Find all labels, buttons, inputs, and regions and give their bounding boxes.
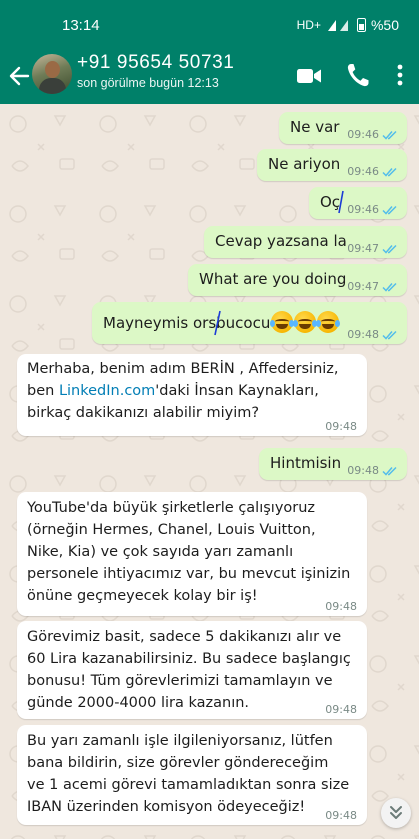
chat-header: +91 95654 50731 son görülme bugün 12:13 <box>0 48 419 104</box>
read-receipt-icon <box>382 205 397 215</box>
message-text: Ne var <box>290 118 340 136</box>
message-meta: 09:46 <box>347 128 399 141</box>
message-text: Görevimiz basit, sadece 5 dakikanızı alı… <box>27 629 351 711</box>
laughing-emoji-icon <box>316 311 341 333</box>
message-text-wrap: Merhaba, benim adım BERİN , Affedersiniz… <box>27 358 339 424</box>
message-bubble-outgoing[interactable]: Mayneymis orsbucocu 09:48 <box>92 302 407 344</box>
message-text-wrap: Mayneymis orsbucocu <box>103 311 341 334</box>
message-time: 09:48 <box>325 420 357 433</box>
message-meta: 09:48 <box>325 420 357 433</box>
message-time: 09:48 <box>347 464 379 477</box>
contact-name: +91 95654 50731 <box>77 52 235 73</box>
message-meta: 09:48 <box>347 464 399 477</box>
message-bubble-incoming[interactable]: Merhaba, benim adım BERİN , Affedersiniz… <box>17 354 367 436</box>
read-receipt-icon <box>382 130 397 140</box>
message-time: 09:48 <box>325 703 357 716</box>
message-text: Mayneymis orsbucocu <box>103 314 271 332</box>
status-time: 13:14 <box>62 17 100 34</box>
message-meta: 09:48 <box>325 703 357 716</box>
signal-icon <box>327 20 348 31</box>
laughing-emoji-icon <box>270 311 295 333</box>
message-bubble-outgoing[interactable]: Hintmisin 09:48 <box>259 448 407 480</box>
read-receipt-icon <box>382 330 397 340</box>
message-bubble-incoming[interactable]: Görevimiz basit, sadece 5 dakikanızı alı… <box>17 621 367 719</box>
message-text: YouTube'da büyük şirketlerle çalışıyoruz… <box>27 500 351 604</box>
network-type-label: HD+ <box>296 18 321 32</box>
message-meta: 09:47 <box>347 280 399 293</box>
message-time: 09:47 <box>347 280 379 293</box>
read-receipt-icon <box>382 466 397 476</box>
message-bubble-outgoing[interactable]: Oç 09:46 <box>309 187 407 219</box>
message-text: Bu yarı zamanlı işle ilgileniyorsanız, l… <box>27 733 350 815</box>
battery-percent: %50 <box>370 17 399 33</box>
message-bubble-outgoing[interactable]: Ne ariyon 09:46 <box>257 149 407 181</box>
message-text: What are you doing <box>199 270 347 288</box>
back-arrow-icon[interactable] <box>6 62 32 90</box>
message-time: 09:47 <box>347 242 379 255</box>
message-time: 09:48 <box>325 809 357 822</box>
message-text: Ne ariyon <box>268 155 341 173</box>
message-bubble-incoming[interactable]: Bu yarı zamanlı işle ilgileniyorsanız, l… <box>17 725 367 825</box>
message-time: 09:46 <box>347 203 379 216</box>
double-chevron-down-icon <box>390 806 402 819</box>
read-receipt-icon <box>382 282 397 292</box>
message-time: 09:48 <box>347 328 379 341</box>
message-time: 09:46 <box>347 165 379 178</box>
voice-call-icon[interactable] <box>346 62 370 88</box>
message-text: Hintmisin <box>270 454 342 472</box>
message-bubble-outgoing[interactable]: Ne var 09:46 <box>279 112 407 144</box>
message-bubble-incoming[interactable]: YouTube'da büyük şirketlerle çalışıyoruz… <box>17 492 367 616</box>
scroll-to-bottom-button[interactable] <box>381 798 411 828</box>
video-call-icon[interactable] <box>296 64 322 88</box>
last-seen-label: son görülme bugün 12:13 <box>77 76 219 90</box>
status-bar: 13:14 HD+ %50 <box>0 0 419 48</box>
avatar-head-shape <box>45 61 60 78</box>
laughing-emoji-icon <box>293 311 318 333</box>
message-bubble-outgoing[interactable]: What are you doing 09:47 <box>188 264 407 296</box>
read-receipt-icon <box>382 167 397 177</box>
message-meta: 09:46 <box>347 165 399 178</box>
battery-icon <box>356 18 366 32</box>
message-meta: 09:46 <box>347 203 399 216</box>
message-time: 09:48 <box>325 600 357 613</box>
message-text: Cevap yazsana la <box>215 232 347 250</box>
message-bubble-outgoing[interactable]: Cevap yazsana la 09:47 <box>204 226 407 258</box>
message-text: Oç <box>320 193 341 211</box>
message-meta: 09:48 <box>347 328 399 341</box>
message-time: 09:46 <box>347 128 379 141</box>
message-link[interactable]: LinkedIn.com <box>59 383 155 399</box>
contact-info[interactable]: +91 95654 50731 son görülme bugün 12:13 <box>77 51 234 91</box>
message-meta: 09:47 <box>347 242 399 255</box>
status-icons: HD+ %50 <box>297 17 399 33</box>
message-meta: 09:48 <box>325 600 357 613</box>
more-options-icon[interactable] <box>395 62 405 88</box>
read-receipt-icon <box>382 244 397 254</box>
avatar[interactable] <box>32 54 72 94</box>
avatar-body-shape <box>39 78 66 94</box>
message-meta: 09:48 <box>325 809 357 822</box>
